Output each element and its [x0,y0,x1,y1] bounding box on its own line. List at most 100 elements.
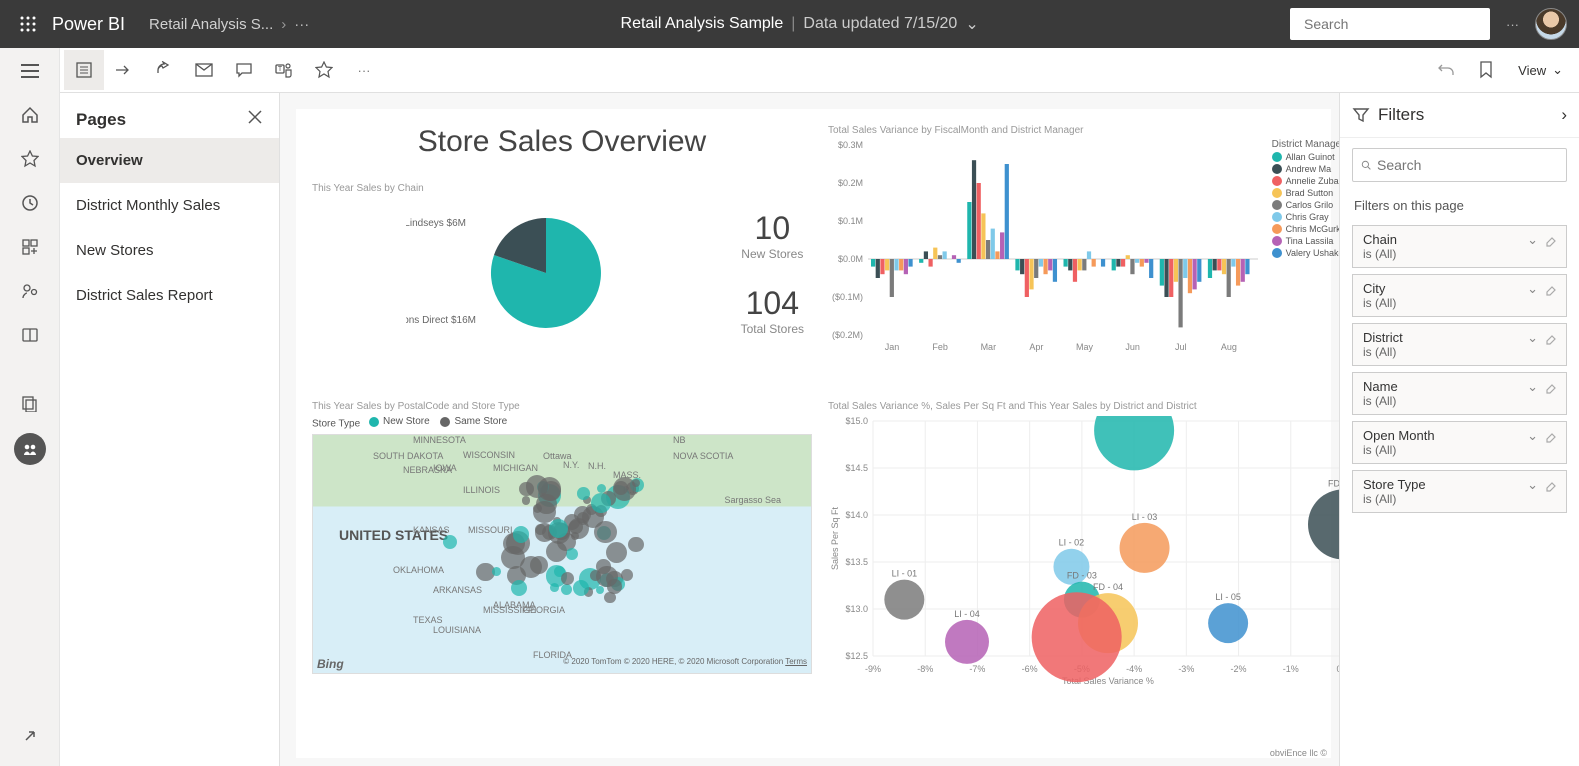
action-more[interactable]: ··· [344,50,384,90]
title-bar: Retail Analysis Sample | Data updated 7/… [309,14,1290,34]
scatter-section: Total Sales Variance %, Sales Per Sq Ft … [828,401,1339,742]
terms-link[interactable]: Terms [785,657,807,666]
map-section: This Year Sales by PostalCode and Store … [312,401,812,742]
pie-chart[interactable]: Lindseys $6M Fashions Direct $16M [406,198,646,348]
favorites-icon[interactable] [6,137,54,181]
map-visual[interactable]: UNITED STATES Sargasso Sea SOUTH DAKOTA … [312,434,812,674]
svg-text:-1%: -1% [1283,664,1299,674]
topbar-more[interactable]: ··· [1506,17,1519,32]
filter-icon [1352,106,1370,124]
svg-text:Jun: Jun [1125,342,1140,352]
share-icon[interactable] [144,50,184,90]
collapse-icon[interactable]: › [1561,105,1567,125]
view-menu[interactable]: View⌄ [1506,62,1575,78]
eraser-icon[interactable] [1544,380,1558,394]
svg-text:T: T [278,66,283,73]
legend-item[interactable]: Brad Sutton [1272,188,1339,198]
eraser-icon[interactable] [1544,233,1558,247]
close-icon[interactable] [247,109,263,130]
email-icon[interactable] [184,50,224,90]
create-icon[interactable] [6,225,54,269]
legend-item[interactable]: Annelie Zubar [1272,176,1339,186]
chevron-down-icon: ⌄ [1527,379,1538,395]
svg-text:Apr: Apr [1029,342,1043,352]
filter-search-input[interactable] [1377,157,1558,173]
scatter-chart[interactable]: -9%-8%-7%-6%-5%-4%-3%-2%-1%0%$12.5$13.0$… [828,416,1339,686]
action-bar: T ··· View⌄ [60,48,1579,93]
legend-item[interactable]: Valery Ushakov [1272,248,1339,258]
svg-text:Jan: Jan [885,342,900,352]
legend-item[interactable]: Chris McGurk [1272,224,1339,234]
my-workspace-icon[interactable] [14,433,46,465]
data-freshness: Data updated 7/15/20 [803,15,957,33]
global-search[interactable] [1290,8,1490,40]
filter-search[interactable] [1352,148,1567,182]
filter-card[interactable]: Nameis (All) ⌄ [1352,372,1567,415]
svg-text:LI - 02: LI - 02 [1059,538,1085,548]
svg-text:Fashions Direct $16M: Fashions Direct $16M [406,315,476,326]
home-icon[interactable] [6,93,54,137]
chevron-down-icon: ⌄ [1527,428,1538,444]
legend-item[interactable]: Allan Guinot [1272,152,1339,162]
bar-chart[interactable]: ($0.2M)($0.1M)$0.0M$0.1M$0.2M$0.3MJanFeb… [828,140,1258,355]
filter-card[interactable]: Chainis (All) ⌄ [1352,225,1567,268]
filter-card[interactable]: Districtis (All) ⌄ [1352,323,1567,366]
teams-icon[interactable]: T [264,50,304,90]
app-launcher-icon[interactable] [12,8,44,40]
legend-item[interactable]: Tina Lassila [1272,236,1339,246]
svg-text:$13.5: $13.5 [845,557,868,567]
favorite-icon[interactable] [304,50,344,90]
page-item[interactable]: District Sales Report [60,273,279,318]
recent-icon[interactable] [6,181,54,225]
chevron-down-icon[interactable]: ⌄ [965,14,978,34]
filter-card[interactable]: Store Typeis (All) ⌄ [1352,470,1567,513]
expand-icon[interactable] [6,714,54,758]
svg-text:$14.5: $14.5 [845,463,868,473]
top-bar: Power BI Retail Analysis S... › ··· Reta… [0,0,1579,48]
legend-item[interactable]: Chris Gray [1272,212,1339,222]
shared-icon[interactable] [6,269,54,313]
bookmark-icon[interactable] [1466,50,1506,90]
svg-text:LI - 05: LI - 05 [1215,592,1241,602]
comment-icon[interactable] [224,50,264,90]
hamburger-icon[interactable] [6,48,54,93]
export-icon[interactable] [104,50,144,90]
svg-text:Aug: Aug [1221,342,1237,352]
page-item[interactable]: New Stores [60,228,279,273]
report-canvas: Store Sales Overview This Year Sales by … [280,93,1339,766]
search-icon [1361,157,1371,173]
svg-text:Mar: Mar [981,342,997,352]
chevron-down-icon: ⌄ [1527,477,1538,493]
breadcrumb-item[interactable]: Retail Analysis S... [149,16,273,33]
eraser-icon[interactable] [1544,331,1558,345]
svg-text:$0.3M: $0.3M [838,140,863,150]
legend-item[interactable]: Andrew Ma [1272,164,1339,174]
svg-text:($0.2M): ($0.2M) [832,330,863,340]
page-item[interactable]: Overview [60,138,279,183]
avatar[interactable] [1535,8,1567,40]
chevron-down-icon: ⌄ [1527,330,1538,346]
eraser-icon[interactable] [1544,429,1558,443]
svg-text:-7%: -7% [969,664,985,674]
filter-card[interactable]: Open Monthis (All) ⌄ [1352,421,1567,464]
eraser-icon[interactable] [1544,478,1558,492]
undo-icon[interactable] [1426,50,1466,90]
legend-item[interactable]: Carlos Grilo [1272,200,1339,210]
page-item[interactable]: District Monthly Sales [60,183,279,228]
reading-view-icon[interactable] [64,50,104,90]
svg-text:-2%: -2% [1231,664,1247,674]
learn-icon[interactable] [6,313,54,357]
breadcrumb-more[interactable]: ··· [294,16,309,33]
svg-text:-9%: -9% [865,664,881,674]
brand-label[interactable]: Power BI [52,14,125,35]
kpi-new-stores[interactable]: 10 New Stores [741,210,803,261]
svg-text:Feb: Feb [932,342,948,352]
svg-text:Lindseys $6M: Lindseys $6M [406,218,466,229]
svg-text:LI - 03: LI - 03 [1132,512,1158,522]
filter-card[interactable]: Cityis (All) ⌄ [1352,274,1567,317]
kpi-total-stores[interactable]: 104 Total Stores [741,285,804,336]
eraser-icon[interactable] [1544,282,1558,296]
workspaces-icon[interactable] [6,381,54,425]
global-search-input[interactable] [1304,16,1485,32]
svg-text:$15.0: $15.0 [845,416,868,426]
